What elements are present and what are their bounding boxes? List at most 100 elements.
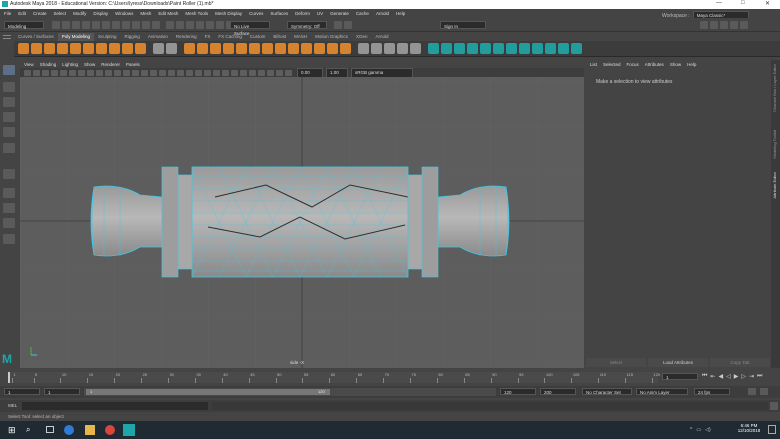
- menu-item-windows[interactable]: Windows: [115, 11, 133, 16]
- extract-icon[interactable]: [249, 43, 260, 54]
- multisample-aa-icon[interactable]: [222, 69, 229, 76]
- play-forward-icon[interactable]: ▶: [734, 373, 739, 380]
- snap-point-icon[interactable]: [186, 21, 194, 29]
- select-mask-icon[interactable]: [142, 21, 150, 29]
- fps-dropdown[interactable]: 24 fps: [694, 388, 730, 395]
- menu-item-edit-mesh[interactable]: Edit Mesh: [158, 11, 178, 16]
- color-space-dropdown[interactable]: sRGB gamma: [351, 67, 413, 78]
- viewport[interactable]: side -X: [20, 77, 584, 368]
- grid-toggle-icon[interactable]: [87, 69, 94, 76]
- gate-mask-icon[interactable]: [114, 69, 121, 76]
- shelf-tab-fx[interactable]: FX: [201, 33, 215, 41]
- far-clip-field[interactable]: 1.00: [326, 67, 348, 78]
- tray-up-icon[interactable]: ^: [690, 427, 692, 433]
- close-button[interactable]: ✕: [765, 0, 770, 7]
- wedge-icon[interactable]: [340, 43, 351, 54]
- lock-camera-icon[interactable]: [33, 69, 40, 76]
- step-forward-frame-icon[interactable]: ▷: [741, 373, 746, 380]
- ae-menu-item-attributes[interactable]: Attributes: [645, 62, 664, 67]
- shelf-tab-sculpting[interactable]: Sculpting: [94, 33, 121, 41]
- menu-item-deform[interactable]: Deform: [295, 11, 310, 16]
- append-polygon-icon[interactable]: [327, 43, 338, 54]
- snap-view-icon[interactable]: [196, 21, 204, 29]
- anim-layer-dropdown[interactable]: No Anim Layer: [636, 388, 688, 395]
- current-time-marker[interactable]: [8, 372, 10, 383]
- transform-icon[interactable]: [334, 21, 342, 29]
- shelf-tab-animation[interactable]: Animation: [144, 33, 172, 41]
- boolean-icon[interactable]: [223, 43, 234, 54]
- shelf-tab-mash[interactable]: MASH: [290, 33, 311, 41]
- ae-menu-item-show[interactable]: Show: [670, 62, 681, 67]
- viewport-canvas[interactable]: [20, 77, 584, 368]
- resolution-gate-icon[interactable]: [105, 69, 112, 76]
- svg-tool-icon[interactable]: [166, 43, 177, 54]
- poly-sphere-icon[interactable]: [18, 43, 29, 54]
- play-back-icon[interactable]: ◁: [726, 373, 731, 380]
- timeline-track[interactable]: 1 5 10 15 20 25 30 35 40 45 50 55 60 65 70 75 80 85 90 95 10…: [8, 372, 660, 383]
- shelf-tab-bifrost[interactable]: Bifrost: [269, 33, 290, 41]
- connect-icon[interactable]: [397, 43, 408, 54]
- mirror-icon[interactable]: [236, 43, 247, 54]
- menu-item-mesh-tools[interactable]: Mesh Tools: [185, 11, 208, 16]
- snap-grid-icon[interactable]: [166, 21, 174, 29]
- film-gate-icon[interactable]: [96, 69, 103, 76]
- network-icon[interactable]: ▭: [696, 427, 701, 433]
- poly-torus-icon[interactable]: [70, 43, 81, 54]
- crease-tool-icon[interactable]: [480, 43, 491, 54]
- go-to-start-icon[interactable]: ⏮: [702, 373, 707, 380]
- menuset-dropdown[interactable]: Modeling: [4, 21, 44, 29]
- smooth-icon[interactable]: [210, 43, 221, 54]
- smooth-shade-icon[interactable]: [159, 69, 166, 76]
- tool-settings-icon[interactable]: [730, 21, 738, 29]
- four-view-layout-icon[interactable]: [3, 203, 15, 213]
- menu-item-file[interactable]: File: [4, 11, 11, 16]
- safe-title-icon[interactable]: [141, 69, 148, 76]
- menu-item-help[interactable]: Help: [396, 11, 405, 16]
- hierarchy-select-icon[interactable]: [102, 21, 110, 29]
- live-surface-dropdown[interactable]: No Live Surface: [230, 21, 270, 36]
- depth-of-field-icon[interactable]: [231, 69, 238, 76]
- command-input[interactable]: [22, 402, 208, 410]
- redo-icon[interactable]: [92, 21, 100, 29]
- select-mask-icon[interactable]: [132, 21, 140, 29]
- type-tool-icon[interactable]: [153, 43, 164, 54]
- shelf-tab-fx-caching[interactable]: FX Caching: [214, 33, 246, 41]
- shelf-tab-poly-modeling[interactable]: Poly Modeling: [57, 33, 95, 41]
- playback-start-field[interactable]: 1: [44, 388, 80, 395]
- history-icon[interactable]: [216, 21, 224, 29]
- shelf-tab-custom[interactable]: Custom: [246, 33, 270, 41]
- preferences-icon[interactable]: [760, 388, 768, 395]
- panel-menu-item-renderer[interactable]: Renderer: [101, 62, 120, 67]
- textured-icon[interactable]: [177, 69, 184, 76]
- command-language-label[interactable]: MEL: [8, 403, 17, 408]
- relax-icon[interactable]: [441, 43, 452, 54]
- snap-curve-icon[interactable]: [176, 21, 184, 29]
- field-chart-icon[interactable]: [123, 69, 130, 76]
- snap-surface-icon[interactable]: [206, 21, 214, 29]
- bookmarks-icon[interactable]: [51, 69, 58, 76]
- sign-in-dropdown[interactable]: Sign In: [440, 21, 486, 29]
- start-time-field[interactable]: 1: [4, 388, 40, 395]
- single-perspective-layout-icon[interactable]: [3, 188, 15, 198]
- pinch-icon[interactable]: [493, 43, 504, 54]
- attribute-editor-icon[interactable]: [720, 21, 728, 29]
- poly-plane-icon[interactable]: [83, 43, 94, 54]
- bridge-icon[interactable]: [262, 43, 273, 54]
- panel-menu-item-shading[interactable]: Shading: [40, 62, 57, 67]
- save-scene-icon[interactable]: [72, 21, 80, 29]
- cylindrical-map-icon[interactable]: [545, 43, 556, 54]
- poly-disc-icon[interactable]: [96, 43, 107, 54]
- character-set-dropdown[interactable]: No Character Set: [582, 388, 632, 395]
- script-editor-icon[interactable]: [770, 402, 778, 410]
- component-select-icon[interactable]: [122, 21, 130, 29]
- panel-menu-item-lighting[interactable]: Lighting: [62, 62, 78, 67]
- move-tool-icon[interactable]: [3, 112, 15, 122]
- lasso-tool-icon[interactable]: [3, 82, 15, 92]
- exposure-icon[interactable]: [276, 69, 283, 76]
- safe-action-icon[interactable]: [132, 69, 139, 76]
- panel-menu-item-show[interactable]: Show: [84, 62, 95, 67]
- 2d-pan-zoom-icon[interactable]: [69, 69, 76, 76]
- automatic-map-icon[interactable]: [571, 43, 582, 54]
- range-slider-handle[interactable]: [86, 389, 330, 395]
- sculpt-icon[interactable]: [428, 43, 439, 54]
